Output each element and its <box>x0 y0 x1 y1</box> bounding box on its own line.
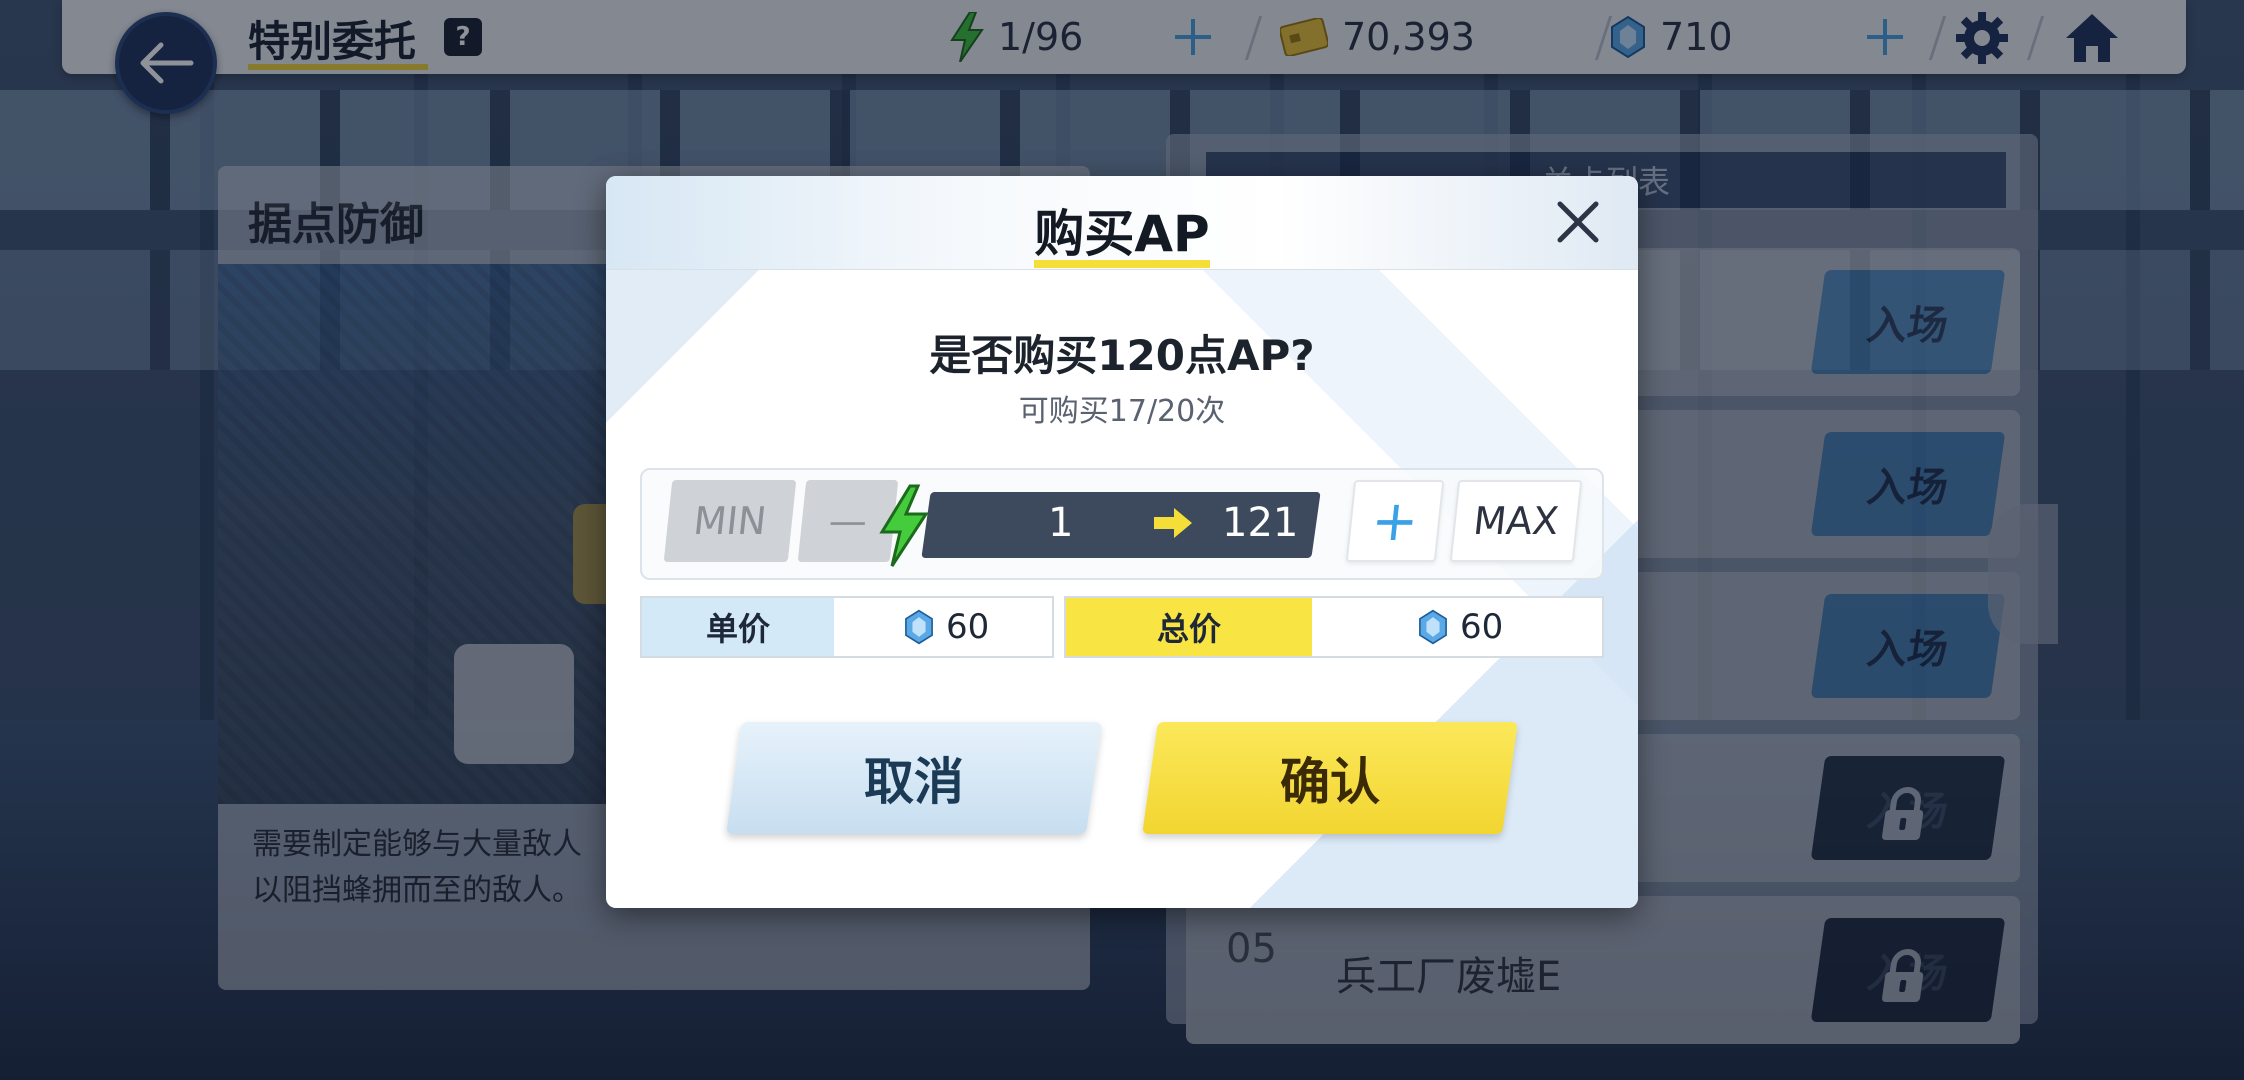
unit-price-amount: 60 <box>946 607 990 647</box>
buy-ap-dialog: 购买AP 是否购买120点AP? 可购买17/20次 MIN — 1 121 +… <box>606 176 1638 908</box>
total-price-amount: 60 <box>1460 607 1504 647</box>
title-underline <box>1034 260 1210 268</box>
blue-gem-icon <box>905 609 933 645</box>
total-price-label: 总价 <box>1066 598 1312 656</box>
lightning-icon <box>879 484 929 567</box>
dialog-title: 购买AP <box>1034 205 1210 263</box>
cancel-label: 取消 <box>864 753 964 811</box>
total-price-row: 总价 60 <box>1064 596 1604 658</box>
close-button[interactable] <box>1548 192 1608 252</box>
result-ap-value: 121 <box>1222 500 1299 546</box>
right-arrow-icon <box>1154 508 1192 538</box>
purchase-question: 是否购买120点AP? <box>929 331 1315 380</box>
max-button[interactable]: MAX <box>1449 480 1583 562</box>
total-price-value: 60 <box>1418 598 1503 656</box>
min-button[interactable]: MIN <box>663 480 797 562</box>
remaining-purchases: 可购买17/20次 <box>1018 394 1226 429</box>
confirm-label: 确认 <box>1280 753 1380 811</box>
quantity-selector: MIN — 1 121 + MAX <box>640 468 1604 580</box>
unit-price-label: 单价 <box>642 598 834 656</box>
cancel-button[interactable]: 取消 <box>726 722 1102 834</box>
unit-price-value: 60 <box>904 598 989 656</box>
quantity-value: 1 <box>1048 500 1074 546</box>
blue-gem-icon <box>1419 609 1447 645</box>
increase-button[interactable]: + <box>1345 480 1445 562</box>
unit-price-row: 单价 60 <box>640 596 1054 658</box>
close-icon <box>1557 201 1599 243</box>
confirm-button[interactable]: 确认 <box>1142 722 1518 834</box>
